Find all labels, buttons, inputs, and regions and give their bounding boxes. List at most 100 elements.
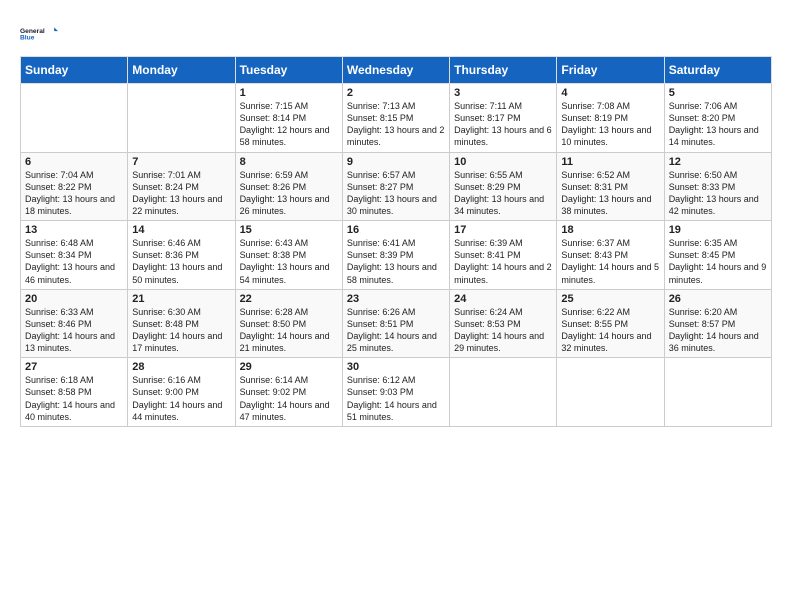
calendar: SundayMondayTuesdayWednesdayThursdayFrid… — [20, 56, 772, 427]
calendar-cell — [21, 84, 128, 153]
day-info: Sunrise: 6:16 AM Sunset: 9:00 PM Dayligh… — [132, 374, 230, 423]
day-info: Sunrise: 6:43 AM Sunset: 8:38 PM Dayligh… — [240, 237, 338, 286]
svg-text:Blue: Blue — [20, 35, 35, 42]
calendar-cell: 4Sunrise: 7:08 AM Sunset: 8:19 PM Daylig… — [557, 84, 664, 153]
day-number: 4 — [561, 87, 659, 99]
calendar-cell: 12Sunrise: 6:50 AM Sunset: 8:33 PM Dayli… — [664, 152, 771, 221]
weekday-thursday: Thursday — [450, 57, 557, 84]
calendar-cell — [450, 358, 557, 427]
calendar-cell: 8Sunrise: 6:59 AM Sunset: 8:26 PM Daylig… — [235, 152, 342, 221]
weekday-friday: Friday — [557, 57, 664, 84]
week-row-2: 6Sunrise: 7:04 AM Sunset: 8:22 PM Daylig… — [21, 152, 772, 221]
day-info: Sunrise: 6:48 AM Sunset: 8:34 PM Dayligh… — [25, 237, 123, 286]
day-number: 25 — [561, 293, 659, 305]
calendar-cell: 30Sunrise: 6:12 AM Sunset: 9:03 PM Dayli… — [342, 358, 449, 427]
day-number: 30 — [347, 361, 445, 373]
day-number: 7 — [132, 156, 230, 168]
day-info: Sunrise: 6:14 AM Sunset: 9:02 PM Dayligh… — [240, 374, 338, 423]
day-number: 22 — [240, 293, 338, 305]
weekday-monday: Monday — [128, 57, 235, 84]
day-info: Sunrise: 6:41 AM Sunset: 8:39 PM Dayligh… — [347, 237, 445, 286]
calendar-cell: 6Sunrise: 7:04 AM Sunset: 8:22 PM Daylig… — [21, 152, 128, 221]
day-number: 20 — [25, 293, 123, 305]
weekday-sunday: Sunday — [21, 57, 128, 84]
day-info: Sunrise: 6:52 AM Sunset: 8:31 PM Dayligh… — [561, 169, 659, 218]
calendar-cell — [664, 358, 771, 427]
week-row-3: 13Sunrise: 6:48 AM Sunset: 8:34 PM Dayli… — [21, 221, 772, 290]
calendar-cell: 22Sunrise: 6:28 AM Sunset: 8:50 PM Dayli… — [235, 289, 342, 358]
day-info: Sunrise: 6:18 AM Sunset: 8:58 PM Dayligh… — [25, 374, 123, 423]
header: General Blue — [20, 18, 772, 50]
day-info: Sunrise: 7:04 AM Sunset: 8:22 PM Dayligh… — [25, 169, 123, 218]
day-number: 10 — [454, 156, 552, 168]
week-row-5: 27Sunrise: 6:18 AM Sunset: 8:58 PM Dayli… — [21, 358, 772, 427]
day-number: 29 — [240, 361, 338, 373]
calendar-cell: 14Sunrise: 6:46 AM Sunset: 8:36 PM Dayli… — [128, 221, 235, 290]
calendar-body: 1Sunrise: 7:15 AM Sunset: 8:14 PM Daylig… — [21, 84, 772, 427]
day-info: Sunrise: 6:37 AM Sunset: 8:43 PM Dayligh… — [561, 237, 659, 286]
week-row-4: 20Sunrise: 6:33 AM Sunset: 8:46 PM Dayli… — [21, 289, 772, 358]
day-info: Sunrise: 7:08 AM Sunset: 8:19 PM Dayligh… — [561, 100, 659, 149]
calendar-cell: 17Sunrise: 6:39 AM Sunset: 8:41 PM Dayli… — [450, 221, 557, 290]
calendar-cell: 10Sunrise: 6:55 AM Sunset: 8:29 PM Dayli… — [450, 152, 557, 221]
calendar-cell: 29Sunrise: 6:14 AM Sunset: 9:02 PM Dayli… — [235, 358, 342, 427]
svg-text:General: General — [20, 28, 45, 35]
day-number: 27 — [25, 361, 123, 373]
day-info: Sunrise: 6:39 AM Sunset: 8:41 PM Dayligh… — [454, 237, 552, 286]
day-info: Sunrise: 6:20 AM Sunset: 8:57 PM Dayligh… — [669, 306, 767, 355]
calendar-cell: 21Sunrise: 6:30 AM Sunset: 8:48 PM Dayli… — [128, 289, 235, 358]
calendar-cell: 28Sunrise: 6:16 AM Sunset: 9:00 PM Dayli… — [128, 358, 235, 427]
weekday-tuesday: Tuesday — [235, 57, 342, 84]
calendar-cell: 25Sunrise: 6:22 AM Sunset: 8:55 PM Dayli… — [557, 289, 664, 358]
day-info: Sunrise: 6:57 AM Sunset: 8:27 PM Dayligh… — [347, 169, 445, 218]
day-number: 13 — [25, 224, 123, 236]
day-number: 28 — [132, 361, 230, 373]
day-info: Sunrise: 6:33 AM Sunset: 8:46 PM Dayligh… — [25, 306, 123, 355]
day-number: 9 — [347, 156, 445, 168]
day-info: Sunrise: 6:26 AM Sunset: 8:51 PM Dayligh… — [347, 306, 445, 355]
day-info: Sunrise: 6:22 AM Sunset: 8:55 PM Dayligh… — [561, 306, 659, 355]
day-info: Sunrise: 7:13 AM Sunset: 8:15 PM Dayligh… — [347, 100, 445, 149]
day-number: 17 — [454, 224, 552, 236]
page: General Blue SundayMondayTuesdayWednesda… — [0, 0, 792, 437]
day-info: Sunrise: 6:55 AM Sunset: 8:29 PM Dayligh… — [454, 169, 552, 218]
logo-svg: General Blue — [20, 18, 58, 50]
calendar-cell: 19Sunrise: 6:35 AM Sunset: 8:45 PM Dayli… — [664, 221, 771, 290]
calendar-cell: 15Sunrise: 6:43 AM Sunset: 8:38 PM Dayli… — [235, 221, 342, 290]
calendar-cell: 9Sunrise: 6:57 AM Sunset: 8:27 PM Daylig… — [342, 152, 449, 221]
day-number: 15 — [240, 224, 338, 236]
day-number: 8 — [240, 156, 338, 168]
day-number: 23 — [347, 293, 445, 305]
calendar-cell: 24Sunrise: 6:24 AM Sunset: 8:53 PM Dayli… — [450, 289, 557, 358]
calendar-cell: 23Sunrise: 6:26 AM Sunset: 8:51 PM Dayli… — [342, 289, 449, 358]
day-number: 21 — [132, 293, 230, 305]
calendar-cell: 3Sunrise: 7:11 AM Sunset: 8:17 PM Daylig… — [450, 84, 557, 153]
day-info: Sunrise: 6:35 AM Sunset: 8:45 PM Dayligh… — [669, 237, 767, 286]
day-info: Sunrise: 7:15 AM Sunset: 8:14 PM Dayligh… — [240, 100, 338, 149]
day-info: Sunrise: 6:30 AM Sunset: 8:48 PM Dayligh… — [132, 306, 230, 355]
day-number: 2 — [347, 87, 445, 99]
calendar-cell: 1Sunrise: 7:15 AM Sunset: 8:14 PM Daylig… — [235, 84, 342, 153]
weekday-header-row: SundayMondayTuesdayWednesdayThursdayFrid… — [21, 57, 772, 84]
calendar-cell: 13Sunrise: 6:48 AM Sunset: 8:34 PM Dayli… — [21, 221, 128, 290]
day-info: Sunrise: 6:24 AM Sunset: 8:53 PM Dayligh… — [454, 306, 552, 355]
day-number: 18 — [561, 224, 659, 236]
weekday-wednesday: Wednesday — [342, 57, 449, 84]
calendar-cell: 27Sunrise: 6:18 AM Sunset: 8:58 PM Dayli… — [21, 358, 128, 427]
day-info: Sunrise: 6:50 AM Sunset: 8:33 PM Dayligh… — [669, 169, 767, 218]
week-row-1: 1Sunrise: 7:15 AM Sunset: 8:14 PM Daylig… — [21, 84, 772, 153]
calendar-cell: 5Sunrise: 7:06 AM Sunset: 8:20 PM Daylig… — [664, 84, 771, 153]
day-info: Sunrise: 6:46 AM Sunset: 8:36 PM Dayligh… — [132, 237, 230, 286]
day-number: 12 — [669, 156, 767, 168]
calendar-cell: 20Sunrise: 6:33 AM Sunset: 8:46 PM Dayli… — [21, 289, 128, 358]
calendar-cell — [557, 358, 664, 427]
calendar-cell: 2Sunrise: 7:13 AM Sunset: 8:15 PM Daylig… — [342, 84, 449, 153]
calendar-cell: 11Sunrise: 6:52 AM Sunset: 8:31 PM Dayli… — [557, 152, 664, 221]
day-number: 26 — [669, 293, 767, 305]
day-number: 6 — [25, 156, 123, 168]
day-number: 16 — [347, 224, 445, 236]
day-number: 14 — [132, 224, 230, 236]
day-number: 5 — [669, 87, 767, 99]
calendar-cell: 26Sunrise: 6:20 AM Sunset: 8:57 PM Dayli… — [664, 289, 771, 358]
day-number: 19 — [669, 224, 767, 236]
